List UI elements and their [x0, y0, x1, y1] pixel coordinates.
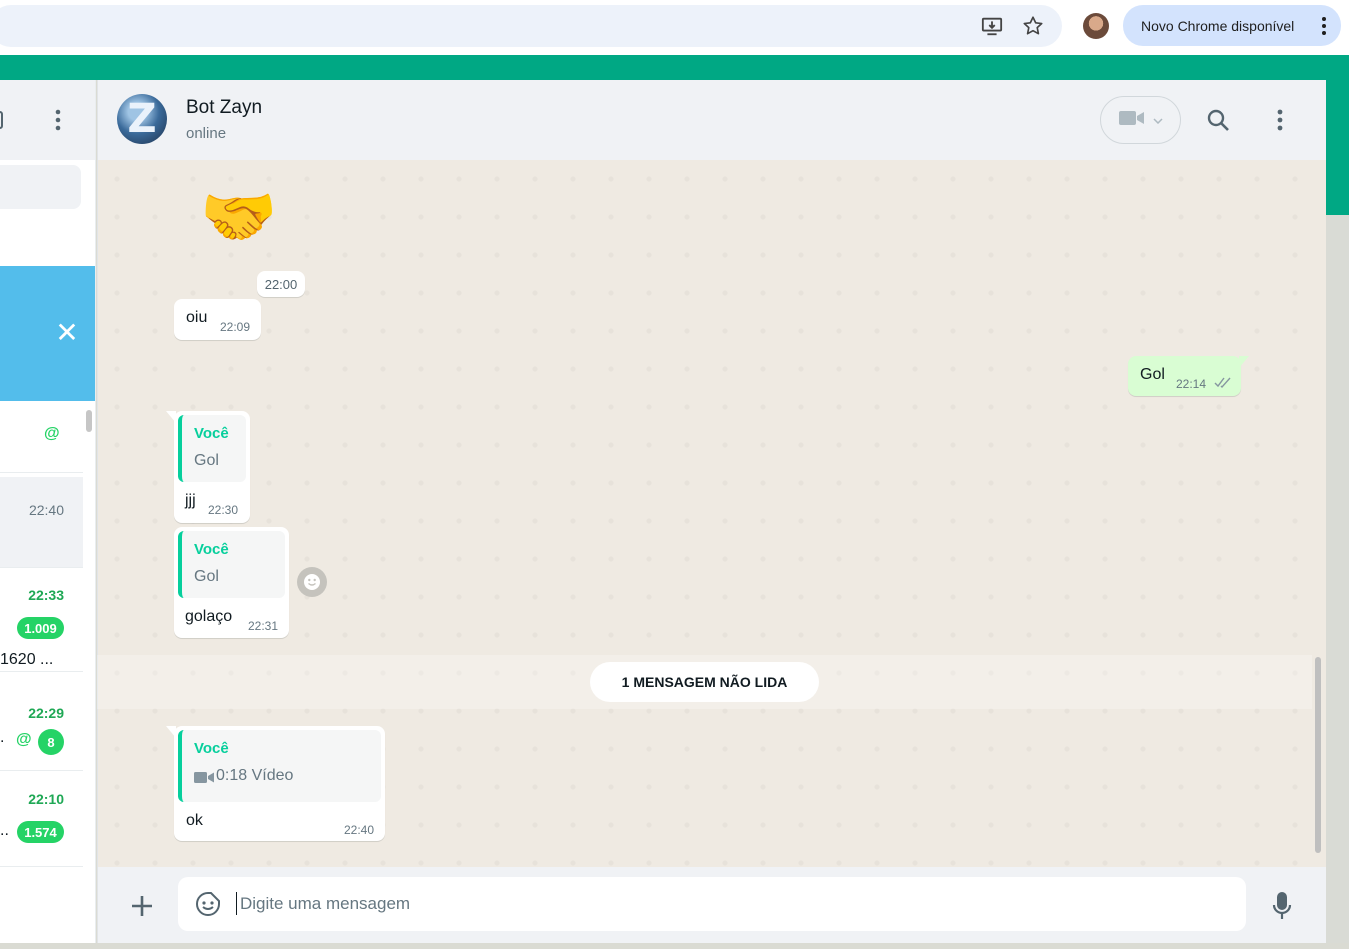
message-bubble[interactable]: oiu 22:09 — [174, 299, 261, 340]
unread-badge: 1.574 — [17, 821, 64, 843]
chrome-update-button[interactable]: Novo Chrome disponível — [1123, 5, 1341, 46]
chat-list-item[interactable]: 22:40 — [0, 477, 83, 568]
chat-snippet: . — [0, 729, 5, 746]
microphone-icon[interactable] — [1268, 890, 1296, 922]
text-caret — [236, 892, 237, 915]
message-text: ok — [186, 812, 203, 829]
contact-name[interactable]: Bot Zayn — [186, 97, 262, 119]
message-input[interactable]: Digite uma mensagem — [178, 877, 1246, 931]
smiley-icon — [304, 574, 320, 590]
quote-text: Gol — [194, 452, 219, 469]
page-background — [1326, 215, 1349, 943]
message-text: jjj — [185, 492, 196, 509]
app-side-band — [1326, 55, 1349, 215]
mention-icon: @ — [44, 425, 60, 442]
sidebar-header — [0, 80, 95, 160]
search-icon[interactable] — [1204, 106, 1232, 134]
react-emoji-button[interactable] — [297, 567, 327, 597]
unread-label: 1 MENSAGEM NÃO LIDA — [590, 662, 819, 702]
video-camera-icon — [194, 771, 214, 789]
contact-avatar[interactable]: Z — [117, 94, 167, 144]
address-bar[interactable] — [0, 5, 1062, 47]
quote-text: Gol — [194, 568, 219, 585]
more-options-icon[interactable] — [1266, 106, 1294, 134]
message-time: 22:31 — [248, 619, 279, 633]
profile-avatar[interactable] — [1083, 13, 1109, 39]
chat-list-item[interactable]: 22:10 .. 1.574 — [0, 772, 83, 867]
message-time: 22:14 — [1176, 377, 1207, 391]
bubble-tail — [166, 411, 176, 423]
quote-author: Você — [194, 740, 229, 757]
chat-time: 22:40 — [28, 502, 64, 518]
contact-status: online — [186, 125, 227, 142]
chat-time: 22:10 — [28, 791, 64, 807]
menu-icon[interactable] — [52, 108, 64, 137]
unread-badge: 1.009 — [17, 617, 64, 639]
video-call-button[interactable] — [1100, 96, 1181, 144]
chrome-update-label: Novo Chrome disponível — [1141, 17, 1295, 34]
quoted-message[interactable]: Você 0:18 Vídeo — [178, 730, 381, 802]
attach-plus-icon[interactable] — [128, 892, 156, 920]
notification-banner — [0, 266, 95, 401]
browser-toolbar: Novo Chrome disponível — [0, 0, 1349, 55]
message-composer: Digite uma mensagem — [97, 867, 1326, 943]
message-placeholder: Digite uma mensagem — [240, 894, 411, 913]
bubble-tail — [166, 726, 176, 738]
app-top-band — [0, 55, 1349, 80]
message-time: 22:09 — [220, 320, 251, 334]
quoted-message[interactable]: Você Gol — [178, 531, 285, 598]
close-icon[interactable]: ✕ — [54, 319, 80, 347]
mention-icon: @ — [16, 731, 32, 748]
sticker-icon[interactable] — [194, 890, 222, 918]
quote-author: Você — [194, 425, 229, 442]
new-chat-icon[interactable] — [0, 110, 10, 135]
message-bubble[interactable]: Você Gol golaço 22:31 — [174, 527, 289, 638]
message-bubble[interactable]: Você Gol jjj 22:30 — [166, 411, 250, 523]
quote-text: 0:18 Vídeo — [216, 767, 294, 784]
video-camera-icon — [1118, 109, 1145, 132]
message-text: Gol — [1140, 366, 1165, 383]
chat-snippet: .. — [0, 822, 9, 839]
sticker-time: 22:00 — [257, 271, 305, 297]
message-time: 22:40 — [344, 823, 375, 837]
chat-list-item[interactable]: 22:33 1.009 1620 ... — [0, 569, 83, 672]
chat-time: 22:33 — [28, 587, 64, 603]
install-app-icon[interactable] — [980, 14, 1004, 38]
chat-time: 22:29 — [28, 705, 64, 721]
bubble-tail — [1239, 356, 1249, 368]
quoted-message[interactable]: Você Gol — [178, 415, 246, 482]
message-bubble-outgoing[interactable]: Gol 22:14 — [1128, 356, 1249, 396]
chat-scroll-thumb[interactable] — [1315, 657, 1321, 853]
chevron-down-icon — [1152, 111, 1163, 129]
avatar-letter: Z — [127, 96, 157, 142]
more-vert-icon — [1321, 16, 1327, 39]
handshake-sticker[interactable]: 🤝 — [200, 182, 277, 254]
search-input[interactable] — [0, 165, 81, 209]
page-bottom-edge — [0, 943, 1349, 949]
message-bubble[interactable]: Você 0:18 Vídeo ok 22:40 — [166, 726, 385, 841]
message-text: oiu — [186, 309, 208, 326]
message-text: golaço — [185, 608, 233, 625]
chat-list-item[interactable]: 22:29 . @ 8 — [0, 673, 83, 771]
chat-snippet: 1620 ... — [0, 651, 54, 668]
sidebar-scrollbar[interactable] — [86, 410, 92, 432]
quote-author: Você — [194, 541, 229, 558]
chat-header[interactable]: Z Bot Zayn online — [97, 80, 1326, 160]
chat-list-sidebar: ✕ @ 22:40 22:33 1.009 1620 ... 22:29 . @… — [0, 80, 96, 943]
double-check-icon — [1214, 376, 1232, 394]
chat-list-item[interactable]: @ — [0, 401, 83, 473]
message-time: 22:30 — [208, 503, 239, 517]
bookmark-star-icon[interactable] — [1021, 14, 1045, 38]
unread-badge: 8 — [38, 729, 64, 755]
